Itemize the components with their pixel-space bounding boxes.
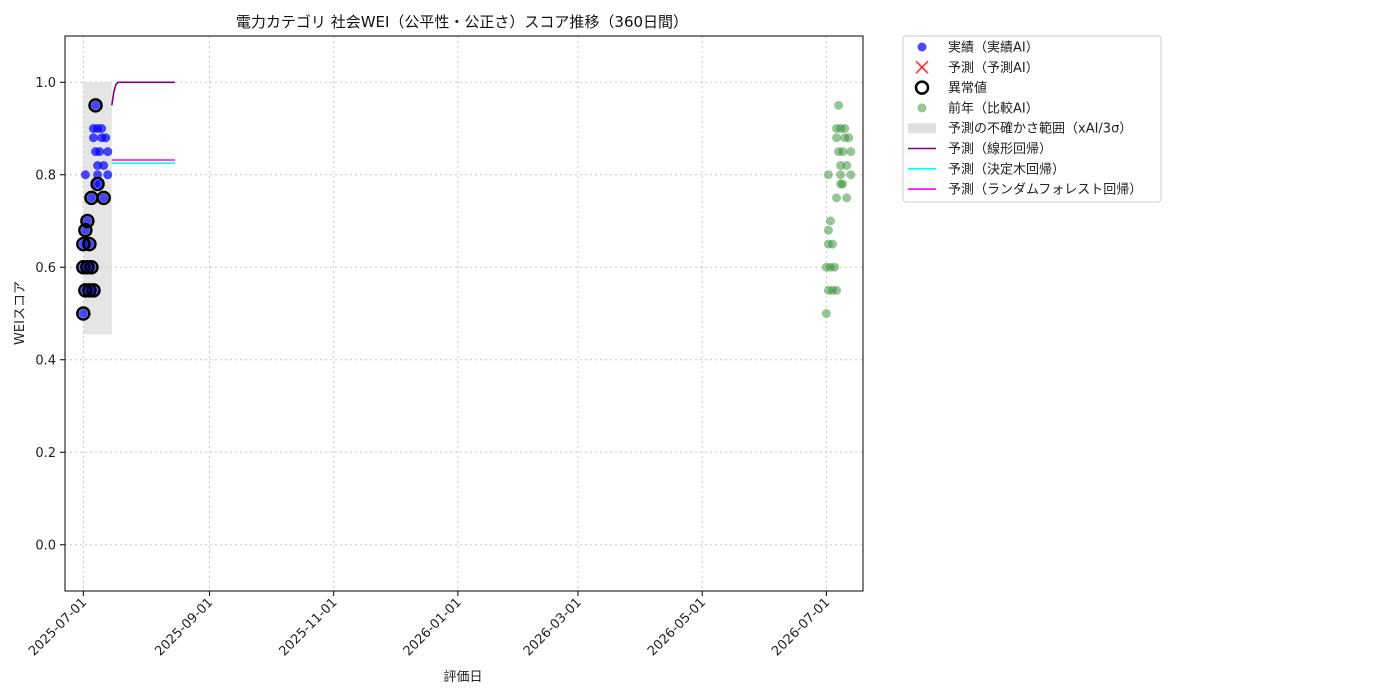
wei-score-chart: 電力カテゴリ 社会WEI（公平性・公正さ）スコア推移（360日間） 2025-0… xyxy=(13,13,1162,685)
legend-label-previous: 前年（比較AI） xyxy=(948,100,1039,116)
previous-year-point-22 xyxy=(838,179,848,189)
previous-year-point-15 xyxy=(834,100,844,110)
chart-stage: 電力カテゴリ 社会WEI（公平性・公正さ）スコア推移（360日間） 2025-0… xyxy=(0,0,1400,700)
plot-area-frame xyxy=(64,35,864,592)
legend-swatch-uncertainty xyxy=(908,123,936,134)
data-points-layer xyxy=(76,98,856,321)
x-tick-label-3: 2026-01-01 xyxy=(401,595,465,659)
actual-point-12 xyxy=(89,133,98,143)
legend-label-predicted: 予測（予測AI） xyxy=(948,61,1039,76)
prediction-lines-layer xyxy=(111,81,175,164)
actual-point-25 xyxy=(99,161,109,170)
previous-year-point-27 xyxy=(844,133,854,143)
x-tick-label-0: 2025-07-01 xyxy=(26,595,90,659)
previous-year-point-4 xyxy=(823,225,833,235)
previous-year-point-13 xyxy=(832,285,842,295)
y-tick-label-5: 1.0 xyxy=(35,76,56,91)
x-tick-label-1: 2025-09-01 xyxy=(152,595,216,659)
legend-label-anomaly: 異常値 xyxy=(948,80,987,96)
chart-title: 電力カテゴリ 社会WEI（公平性・公正さ）スコア推移（360日間） xyxy=(236,13,688,31)
previous-year-point-26 xyxy=(842,193,852,203)
actual-point-26 xyxy=(99,193,109,203)
previous-year-point-25 xyxy=(842,161,852,170)
x-tick-label-6: 2026-07-01 xyxy=(769,595,833,659)
y-tick-label-4: 0.8 xyxy=(35,168,56,183)
legend-label-forest: 予測（ランダムフォレスト回帰） xyxy=(948,182,1142,198)
actual-point-0 xyxy=(78,309,88,318)
y-tick-label-3: 0.6 xyxy=(35,261,56,276)
legend-label-actual: 実績（実績AI） xyxy=(948,40,1039,56)
previous-year-point-10 xyxy=(830,262,839,272)
x-tick-label-5: 2026-05-01 xyxy=(645,595,709,659)
actual-point-15 xyxy=(91,100,101,110)
y-axis-label: WEIスコア xyxy=(13,281,28,345)
previous-year-point-11 xyxy=(832,193,842,203)
actual-point-5 xyxy=(80,170,90,180)
previous-year-point-18 xyxy=(836,170,846,180)
previous-year-point-5 xyxy=(823,170,833,180)
legend-label-linear: 予測（線形回帰） xyxy=(948,141,1052,157)
previous-year-point-28 xyxy=(846,147,856,157)
linear-prediction-line xyxy=(111,81,175,106)
actual-point-11 xyxy=(86,193,96,203)
x-axis-label: 評価日 xyxy=(443,670,482,685)
chart-legend: 実績（実績AI） 予測（予測AI） 異常値前年（比較AI） 予測の不確かさ範囲（xAI… xyxy=(902,35,1162,203)
previous-year-point-29 xyxy=(846,170,856,180)
grid-layer xyxy=(65,36,863,591)
legend-swatch-actual xyxy=(917,42,927,52)
actual-point-27 xyxy=(101,133,111,143)
y-tick-label-2: 0.4 xyxy=(35,353,56,368)
previous-year-point-6 xyxy=(825,216,835,226)
y-tick-label-0: 0.0 xyxy=(35,538,56,553)
x-tick-label-2: 2025-11-01 xyxy=(277,595,341,659)
previous-year-point-8 xyxy=(827,239,837,249)
legend-swatch-previous xyxy=(917,103,927,113)
actual-point-21 xyxy=(95,147,105,157)
x-tick-label-4: 2026-03-01 xyxy=(521,595,585,659)
y-tick-label-1: 0.2 xyxy=(35,446,56,461)
legend-label-tree: 予測（決定木回帰） xyxy=(948,161,1065,177)
previous-year-point-12 xyxy=(832,133,842,143)
actual-point-28 xyxy=(103,147,113,157)
previous-year-point-24 xyxy=(840,124,850,133)
actual-point-29 xyxy=(103,170,113,180)
legend-label-uncertainty: 予測の不確かさ範囲（xAI/3σ） xyxy=(948,121,1132,137)
previous-year-point-21 xyxy=(838,147,848,157)
actual-point-24 xyxy=(97,124,107,133)
previous-year-point-0 xyxy=(821,309,831,318)
